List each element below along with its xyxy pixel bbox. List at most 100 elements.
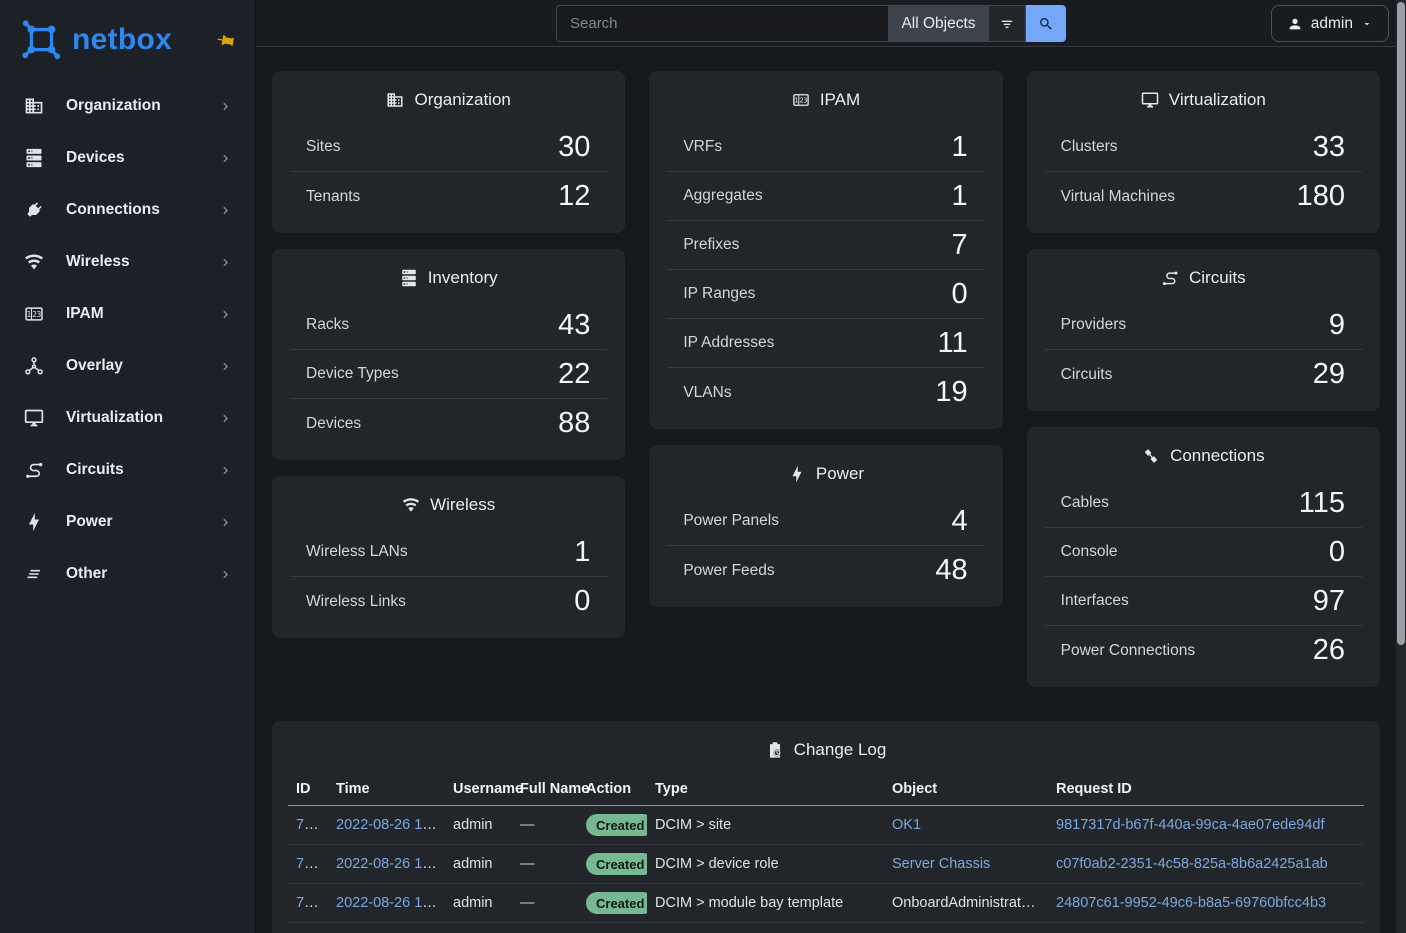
stat-value-link[interactable]: 33 (1313, 133, 1345, 162)
stat-value-link[interactable]: 1 (574, 538, 590, 567)
sidebar-item[interactable]: Overlay (0, 340, 255, 392)
stat-value-link[interactable]: 1 (952, 133, 968, 162)
stat-label-link[interactable]: Providers (1061, 316, 1126, 334)
stat-value-link[interactable]: 26 (1313, 636, 1345, 665)
change-object-link[interactable]: OK1 (892, 817, 921, 833)
sidebar-item[interactable]: Other (0, 548, 255, 600)
wifi-icon (402, 496, 420, 514)
stat-label-link[interactable]: Wireless Links (306, 593, 406, 611)
stat-row: IP Ranges 0 (667, 270, 984, 319)
stat-label-link[interactable]: Circuits (1061, 366, 1113, 384)
change-id-link[interactable]: 755 (296, 817, 320, 833)
stat-row: VLANs 19 (667, 368, 984, 417)
stat-row: Tenants 12 (290, 172, 607, 221)
person-icon (1287, 16, 1303, 32)
request-id-link[interactable]: c07f0ab2-2351-4c58-825a-8b6a2425a1ab (1056, 856, 1328, 872)
action-badge: Created (586, 892, 647, 914)
request-id-link[interactable]: 24807c61-9952-49c6-b8a5-69760bfcc4b3 (1056, 895, 1326, 911)
stat-row: Console 0 (1045, 528, 1362, 577)
sidebar-item[interactable]: Circuits (0, 444, 255, 496)
sidebar-item-icon (24, 252, 44, 272)
stat-value-link[interactable]: 1 (952, 182, 968, 211)
column-header: Type (647, 773, 884, 806)
scrollbar-thumb[interactable] (1397, 2, 1405, 645)
virtualization-card: Virtualization Clusters 33 Virtual Machi… (1027, 71, 1380, 233)
stat-value-link[interactable]: 0 (1329, 538, 1345, 567)
stat-value-link[interactable]: 29 (1313, 360, 1345, 389)
stat-label-link[interactable]: Cables (1061, 494, 1109, 512)
scrollbar[interactable] (1396, 0, 1406, 933)
ipam-card: IPAM VRFs 1 Aggregates 1 (649, 71, 1002, 429)
stat-label-link[interactable]: Virtual Machines (1061, 188, 1175, 206)
sidebar-item[interactable]: Virtualization (0, 392, 255, 444)
stat-label-link[interactable]: Device Types (306, 365, 399, 383)
stat-value-link[interactable]: 7 (952, 231, 968, 260)
stat-value-link[interactable]: 22 (558, 360, 590, 389)
change-id-link[interactable]: 754 (296, 856, 320, 872)
column-header: Object (884, 773, 1048, 806)
change-object-link[interactable]: Server Chassis (892, 856, 990, 872)
stat-label-link[interactable]: Power Connections (1061, 642, 1195, 660)
stat-value-link[interactable]: 180 (1297, 182, 1345, 211)
change-id-link[interactable]: 753 (296, 895, 320, 911)
user-menu-button[interactable]: admin (1271, 5, 1389, 42)
stat-value-link[interactable]: 0 (952, 280, 968, 309)
sidebar-item[interactable]: Connections (0, 184, 255, 236)
stat-label-link[interactable]: Interfaces (1061, 592, 1129, 610)
object-type-dropdown[interactable]: All Objects (888, 5, 988, 42)
stat-value-link[interactable]: 4 (952, 507, 968, 536)
pin-sidebar-icon[interactable] (216, 31, 235, 50)
stat-label-link[interactable]: IP Addresses (683, 334, 774, 352)
search-button[interactable] (1026, 5, 1066, 42)
stat-value-link[interactable]: 0 (574, 587, 590, 616)
column-header: ID (288, 773, 328, 806)
sidebar-item-icon (24, 460, 44, 480)
stat-label-link[interactable]: Devices (306, 415, 361, 433)
sidebar-item[interactable]: IPAM (0, 288, 255, 340)
stat-label-link[interactable]: Clusters (1061, 138, 1118, 156)
stat-label-link[interactable]: Console (1061, 543, 1118, 561)
sidebar-item[interactable]: Power (0, 496, 255, 548)
stat-value-link[interactable]: 30 (558, 133, 590, 162)
stat-value-link[interactable]: 12 (558, 182, 590, 211)
stat-label-link[interactable]: Prefixes (683, 236, 739, 254)
dashboard: Organization Sites 30 Tenants 12 (256, 47, 1396, 933)
stat-value-link[interactable]: 115 (1299, 489, 1345, 518)
stat-label-link[interactable]: Racks (306, 316, 349, 334)
stat-row: Interfaces 97 (1045, 577, 1362, 626)
stat-value-link[interactable]: 88 (558, 409, 590, 438)
stat-value-link[interactable]: 97 (1313, 587, 1345, 616)
stat-value-link[interactable]: 43 (558, 311, 590, 340)
sidebar-item[interactable]: Organization (0, 80, 255, 132)
stat-label-link[interactable]: Aggregates (683, 187, 762, 205)
sidebar-item-label: IPAM (66, 305, 104, 323)
stat-value-link[interactable]: 48 (935, 556, 967, 585)
stat-label-link[interactable]: Power Feeds (683, 562, 774, 580)
stat-label-link[interactable]: VLANs (683, 384, 731, 402)
sidebar-item[interactable]: Devices (0, 132, 255, 184)
change-time-link[interactable]: 2022-08-26 14:15 (336, 895, 445, 911)
request-id-link[interactable]: 9817317d-b67f-440a-99ca-4ae07ede94df (1056, 817, 1324, 833)
filter-button[interactable] (988, 5, 1026, 42)
chevron-right-icon (218, 255, 233, 270)
stat-label-link[interactable]: Tenants (306, 188, 360, 206)
stat-label-link[interactable]: VRFs (683, 138, 722, 156)
changelog-card: Change Log IDTimeUsernameFull NameAction… (272, 721, 1380, 933)
stat-label-link[interactable]: Power Panels (683, 512, 779, 530)
stat-label-link[interactable]: Sites (306, 138, 340, 156)
sidebar-item-icon (24, 356, 44, 376)
change-time-link[interactable]: 2022-08-26 14:22 (336, 817, 445, 833)
change-type: DCIM > site (655, 817, 731, 833)
stat-value-link[interactable]: 11 (938, 329, 968, 358)
netbox-home-link[interactable]: netbox (18, 17, 172, 63)
stat-label-link[interactable]: IP Ranges (683, 285, 755, 303)
search-input[interactable] (556, 5, 888, 42)
stat-value-link[interactable]: 19 (935, 378, 967, 407)
monitor-icon (1141, 91, 1159, 109)
chevron-right-icon (218, 411, 233, 426)
stat-label-link[interactable]: Wireless LANs (306, 543, 408, 561)
card-header: Circuits (1027, 249, 1380, 301)
change-time-link[interactable]: 2022-08-26 14:17 (336, 856, 445, 872)
stat-value-link[interactable]: 9 (1329, 311, 1345, 340)
sidebar-item[interactable]: Wireless (0, 236, 255, 288)
